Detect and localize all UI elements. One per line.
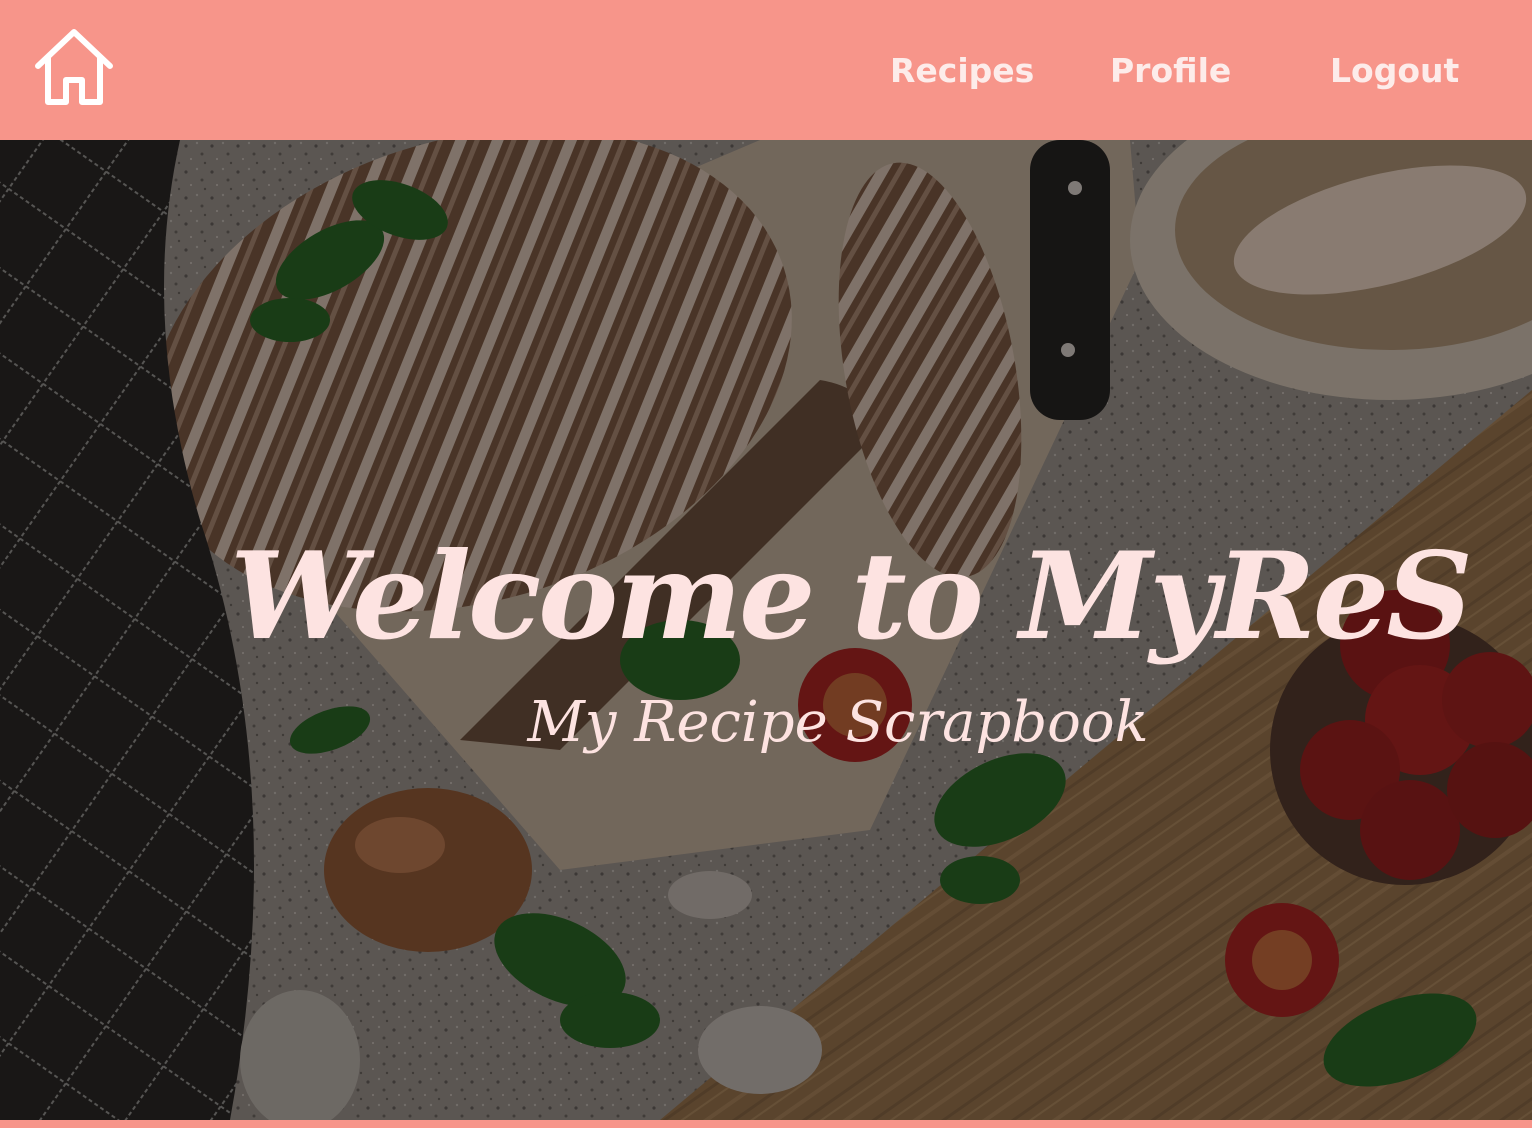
nav-recipes-link[interactable]: Recipes — [890, 48, 1034, 94]
nav-logout-link[interactable]: Logout — [1330, 48, 1459, 94]
nav-profile-link[interactable]: Profile — [1110, 48, 1231, 94]
hero-subtitle: My Recipe Scrapbook — [527, 690, 1149, 755]
top-navigation-bar: Recipes Profile Logout — [0, 0, 1532, 140]
home-button[interactable] — [30, 24, 118, 112]
home-icon — [35, 29, 113, 105]
footer-strip — [0, 1120, 1532, 1128]
hero-banner: Welcome to MyReS My Recipe Scrapbook — [0, 140, 1532, 1120]
hero-title: Welcome to MyReS — [230, 526, 1473, 667]
